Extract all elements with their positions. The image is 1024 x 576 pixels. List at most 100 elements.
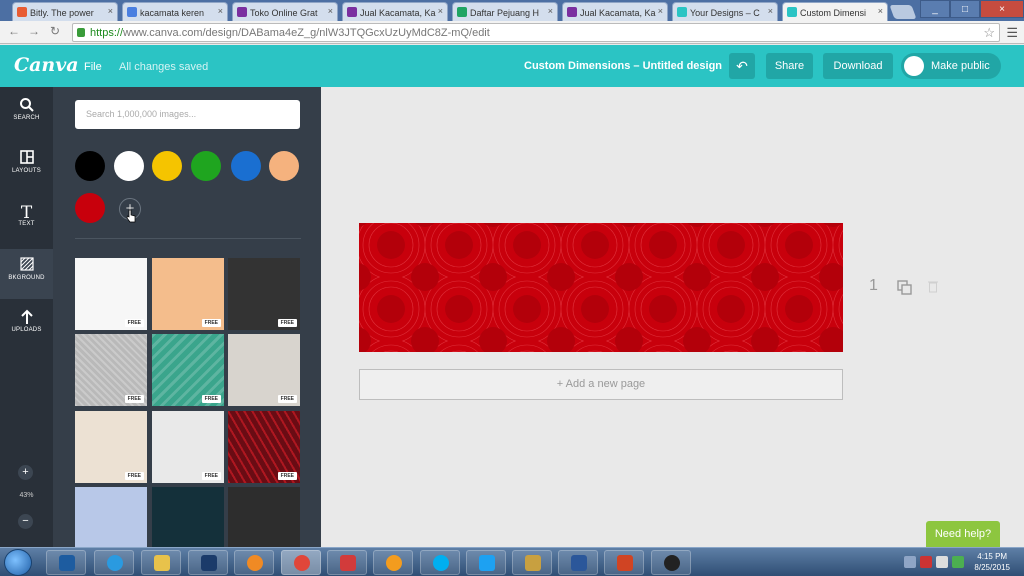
forward-icon[interactable]: → xyxy=(28,24,40,38)
background-thumbnail[interactable]: FREE xyxy=(228,334,300,406)
file-explorer-icon xyxy=(154,555,170,571)
delete-page-icon[interactable] xyxy=(928,280,938,293)
browser-tab-bar: Bitly. The power × kacamata keren × Toko Onl… xyxy=(0,0,1024,22)
close-tab-icon[interactable]: × xyxy=(878,6,883,16)
download-button[interactable]: Download xyxy=(823,53,893,79)
make-public-toggle[interactable]: Make public xyxy=(901,53,1001,79)
file-menu[interactable]: File xyxy=(84,61,102,73)
taskbar-app-button[interactable] xyxy=(420,550,460,575)
taskbar-app-button[interactable] xyxy=(141,550,181,575)
zoom-in-button[interactable]: + xyxy=(18,465,33,480)
browser-tab[interactable]: Toko Online Grat × xyxy=(232,2,338,21)
taskbar-app-button[interactable] xyxy=(466,550,506,575)
tray-app-icon[interactable] xyxy=(920,556,932,568)
background-thumbnail[interactable] xyxy=(75,487,147,547)
copy-page-icon[interactable] xyxy=(897,280,913,296)
canva-logo[interactable]: Canva xyxy=(14,54,79,76)
sidebar-item-search[interactable]: SEARCH xyxy=(0,97,53,137)
taskbar-app-button[interactable] xyxy=(327,550,367,575)
background-thumbnail[interactable] xyxy=(152,487,224,547)
chrome-icon xyxy=(294,555,310,571)
close-tab-icon[interactable]: × xyxy=(658,6,663,16)
color-swatch[interactable] xyxy=(191,151,221,181)
close-tab-icon[interactable]: × xyxy=(108,6,113,16)
taskbar-app-button[interactable] xyxy=(281,550,321,575)
background-thumbnail[interactable]: FREE xyxy=(152,334,224,406)
start-button[interactable] xyxy=(4,549,32,576)
sidebar-item-text[interactable]: T TEXT xyxy=(0,203,53,243)
battery-icon[interactable] xyxy=(952,556,964,568)
color-swatch[interactable] xyxy=(75,151,105,181)
taskbar-app-button[interactable] xyxy=(512,550,552,575)
need-help-button[interactable]: Need help? xyxy=(926,521,1000,547)
design-page[interactable] xyxy=(359,223,843,352)
sidebar-item-background[interactable]: BKGROUND xyxy=(0,249,53,299)
browser-tab[interactable]: Custom Dimensi × xyxy=(782,2,888,22)
maximize-button[interactable]: □ xyxy=(950,0,980,18)
close-tab-icon[interactable]: × xyxy=(218,6,223,16)
free-badge: FREE xyxy=(124,319,144,327)
close-tab-icon[interactable]: × xyxy=(548,6,553,16)
browser-tab[interactable]: Bitly. The power × xyxy=(12,2,118,21)
browser-tab[interactable]: Jual Kacamata, Ka × xyxy=(342,2,448,21)
clock-time: 4:15 PM xyxy=(977,552,1008,561)
background-thumbnail[interactable]: FREE xyxy=(152,258,224,330)
taskbar-app-button[interactable] xyxy=(46,550,86,575)
browser-menu-icon[interactable]: ☰ xyxy=(1006,25,1018,41)
background-thumbnail[interactable]: FREE xyxy=(152,411,224,483)
make-public-label: Make public xyxy=(931,60,990,72)
background-thumbnail[interactable]: FREE xyxy=(75,258,147,330)
new-tab-button[interactable] xyxy=(889,5,917,19)
free-badge: FREE xyxy=(277,319,297,327)
tray-arrow-icon[interactable] xyxy=(904,556,916,568)
sidebar-item-uploads[interactable]: UPLOADS xyxy=(0,309,53,349)
free-badge: FREE xyxy=(201,472,221,480)
minimize-button[interactable]: _ xyxy=(920,0,950,18)
background-thumbnail[interactable] xyxy=(228,487,300,547)
color-swatch[interactable] xyxy=(152,151,182,181)
browser-tab[interactable]: Your Designs – C × xyxy=(672,2,778,21)
browser-tab[interactable]: kacamata keren × xyxy=(122,2,228,21)
background-thumbnail[interactable]: FREE xyxy=(75,411,147,483)
panel-divider xyxy=(75,238,301,239)
undo-button[interactable]: ↶ xyxy=(729,53,755,79)
color-swatch[interactable] xyxy=(75,193,105,223)
taskbar-app-button[interactable] xyxy=(651,550,691,575)
zoom-out-button[interactable]: − xyxy=(18,514,33,529)
taskbar-app-button[interactable] xyxy=(94,550,134,575)
address-bar: ← → ↻ https://www.canva.com/design/DABam… xyxy=(0,21,1024,44)
close-tab-icon[interactable]: × xyxy=(768,6,773,16)
sidebar-item-label: LAYOUTS xyxy=(12,168,41,174)
share-button[interactable]: Share xyxy=(766,53,813,79)
tools-icon xyxy=(525,555,541,571)
add-new-page-button[interactable]: + Add a new page xyxy=(359,369,843,400)
browser-tab[interactable]: Jual Kacamata, Ka × xyxy=(562,2,668,21)
taskbar-app-button[interactable] xyxy=(604,550,644,575)
color-swatch[interactable] xyxy=(269,151,299,181)
taskbar-app-button[interactable] xyxy=(234,550,274,575)
close-tab-icon[interactable]: × xyxy=(438,6,443,16)
back-icon[interactable]: ← xyxy=(8,24,20,38)
close-window-button[interactable]: × xyxy=(980,0,1024,18)
color-swatch[interactable] xyxy=(114,151,144,181)
image-search-input[interactable]: Search 1,000,000 images... xyxy=(75,100,300,129)
system-clock[interactable]: 4:15 PM 8/25/2015 xyxy=(974,551,1010,573)
sidebar-item-layouts[interactable]: LAYOUTS xyxy=(0,150,53,190)
reload-icon[interactable]: ↻ xyxy=(50,24,60,38)
tab-label: Jual Kacamata, Ka xyxy=(360,8,436,18)
taskbar-app-button[interactable] xyxy=(188,550,228,575)
taskbar-app-button[interactable] xyxy=(558,550,598,575)
design-title[interactable]: Custom Dimensions – Untitled design xyxy=(524,60,722,72)
network-icon[interactable] xyxy=(936,556,948,568)
url-input[interactable]: https://www.canva.com/design/DABama4eZ_g… xyxy=(72,23,1000,42)
background-thumbnail[interactable]: FREE xyxy=(228,258,300,330)
bookmark-star-icon[interactable]: ☆ xyxy=(983,25,995,41)
color-swatch[interactable] xyxy=(231,151,261,181)
background-thumbnail[interactable]: FREE xyxy=(75,334,147,406)
taskbar-app-button[interactable] xyxy=(373,550,413,575)
browser-tab[interactable]: Daftar Pejuang H × xyxy=(452,2,558,21)
free-badge: FREE xyxy=(124,472,144,480)
background-thumbnail[interactable]: FREE xyxy=(228,411,300,483)
tab-label: Bitly. The power xyxy=(30,8,94,18)
close-tab-icon[interactable]: × xyxy=(328,6,333,16)
